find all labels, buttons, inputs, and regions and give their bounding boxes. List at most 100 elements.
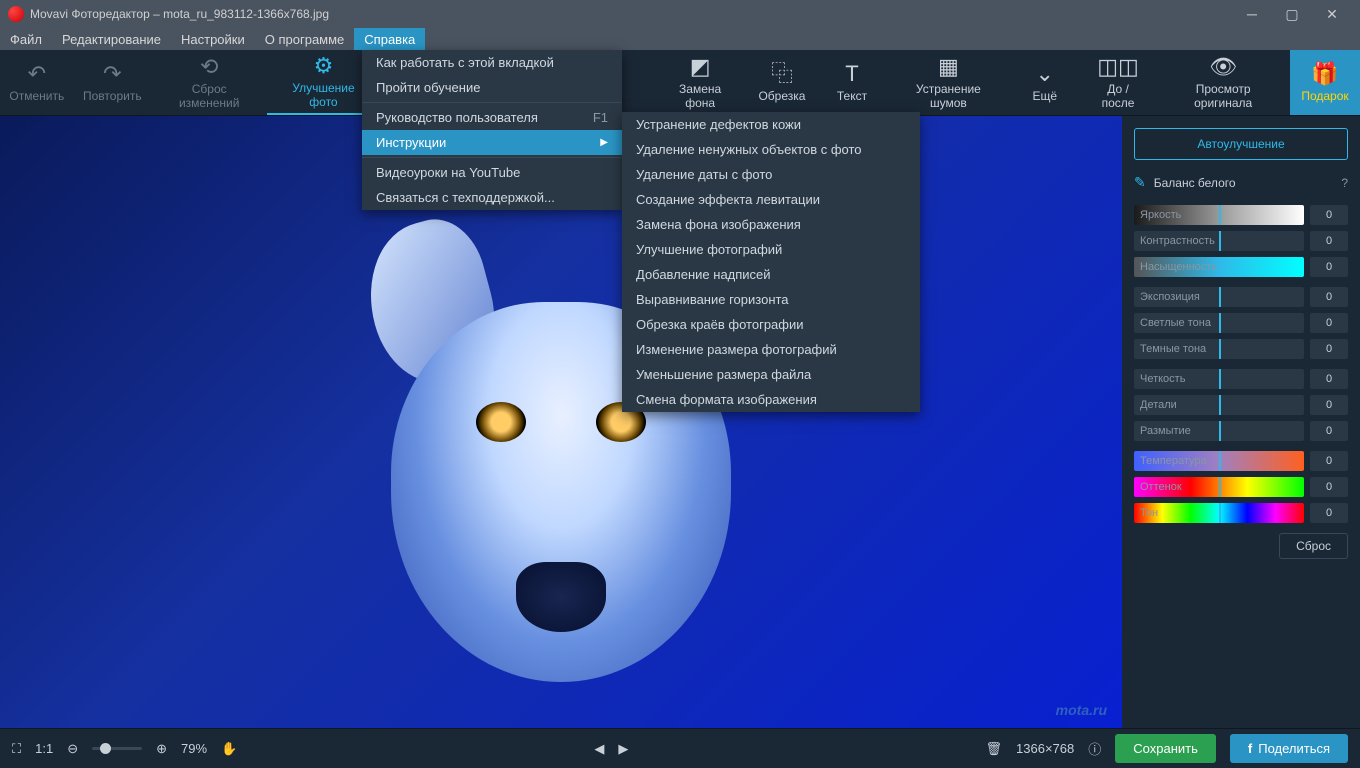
- slider-sliders1-1[interactable]: Контрастность: [1134, 231, 1304, 251]
- gift-label: Подарок: [1301, 90, 1348, 103]
- white-balance-row[interactable]: ✎ Баланс белого ?: [1134, 170, 1348, 195]
- zoom-in-button[interactable]: ⊕: [156, 741, 167, 757]
- slider-sliders4-2[interactable]: Тон: [1134, 503, 1304, 523]
- submenu-item-4[interactable]: Замена фона изображения: [622, 212, 920, 237]
- redo-label: Повторить: [83, 90, 142, 103]
- maximize-button[interactable]: ▢: [1272, 0, 1312, 28]
- titlebar: Movavi Фоторедактор – mota_ru_983112-136…: [0, 0, 1360, 28]
- white-balance-label: Баланс белого: [1154, 176, 1236, 190]
- submenu-item-7[interactable]: Выравнивание горизонта: [622, 287, 920, 312]
- slider-label: Насыщенность: [1140, 261, 1217, 273]
- submenu-item-5[interactable]: Улучшение фотографий: [622, 237, 920, 262]
- gift-button[interactable]: 🎁Подарок: [1290, 50, 1360, 115]
- submenu-item-1[interactable]: Удаление ненужных объектов с фото: [622, 137, 920, 162]
- slider-value: 0: [1310, 421, 1348, 441]
- slider-label: Оттенок: [1140, 481, 1182, 493]
- eyedropper-icon: ✎: [1134, 174, 1146, 191]
- next-button[interactable]: ▶: [618, 741, 628, 757]
- replace-bg-label: Замена фона: [663, 83, 737, 109]
- compare-icon: ◫◫: [1097, 55, 1139, 79]
- slider-sliders4-1[interactable]: Оттенок: [1134, 477, 1304, 497]
- submenu-item-10[interactable]: Уменьшение размера файла: [622, 362, 920, 387]
- submenu-item-11[interactable]: Смена формата изображения: [622, 387, 920, 412]
- slider-value: 0: [1310, 395, 1348, 415]
- dd-support[interactable]: Связаться с техподдержкой...: [362, 185, 622, 210]
- reset-icon: ⟲: [200, 55, 218, 79]
- statusbar: ⛶ 1:1 ⊖ ⊕ 79% ✋ ◀ ▶ 🗑 1366×768 ⓘ Сохрани…: [0, 728, 1360, 768]
- crop-button[interactable]: ⿻Обрезка: [747, 50, 817, 115]
- menu-file[interactable]: Файл: [0, 28, 52, 50]
- slider-value: 0: [1310, 257, 1348, 277]
- redo-button[interactable]: ↷Повторить: [74, 50, 151, 115]
- auto-enhance-button[interactable]: Автоулучшение: [1134, 128, 1348, 160]
- minimize-button[interactable]: ─: [1232, 0, 1272, 28]
- dd-manual-key: F1: [573, 110, 608, 125]
- help-icon[interactable]: ?: [1341, 176, 1348, 190]
- menu-about[interactable]: О программе: [255, 28, 355, 50]
- slider-label: Яркость: [1140, 209, 1181, 221]
- dd-instructions-label: Инструкции: [376, 135, 446, 150]
- view-original-button[interactable]: 👁 Просмотр оригинала: [1156, 50, 1290, 115]
- slider-sliders2-2[interactable]: Темные тона: [1134, 339, 1304, 359]
- info-button[interactable]: ⓘ: [1088, 739, 1101, 758]
- window-title: Movavi Фоторедактор – mota_ru_983112-136…: [30, 7, 1232, 21]
- save-button[interactable]: Сохранить: [1115, 734, 1216, 763]
- slider-sliders1-0[interactable]: Яркость: [1134, 205, 1304, 225]
- zoom-out-button[interactable]: ⊖: [67, 741, 78, 757]
- slider-sliders4-0[interactable]: Температура: [1134, 451, 1304, 471]
- denoise-button[interactable]: ▦Устранение шумов: [887, 50, 1010, 115]
- slider-value: 0: [1310, 231, 1348, 251]
- slider-label: Контрастность: [1140, 235, 1215, 247]
- reset-sliders-button[interactable]: Сброс: [1279, 533, 1348, 559]
- pan-button[interactable]: ✋: [221, 741, 237, 757]
- slider-sliders2-0[interactable]: Экспозиция: [1134, 287, 1304, 307]
- text-button[interactable]: TТекст: [817, 50, 887, 115]
- slider-label: Четкость: [1140, 373, 1185, 385]
- crop-icon: ⿻: [771, 62, 793, 86]
- dd-howto[interactable]: Как работать с этой вкладкой: [362, 50, 622, 75]
- dimensions-label: 1366×768: [1016, 741, 1074, 756]
- slider-sliders3-2[interactable]: Размытие: [1134, 421, 1304, 441]
- dd-instructions[interactable]: Инструкции▶: [362, 130, 622, 155]
- close-button[interactable]: ✕: [1312, 0, 1352, 28]
- menu-edit[interactable]: Редактирование: [52, 28, 171, 50]
- delete-button[interactable]: 🗑: [986, 741, 1003, 757]
- submenu-item-9[interactable]: Изменение размера фотографий: [622, 337, 920, 362]
- slider-label: Экспозиция: [1140, 291, 1200, 303]
- dd-tutorial[interactable]: Пройти обучение: [362, 75, 622, 100]
- prev-button[interactable]: ◀: [594, 741, 604, 757]
- eye-icon: 👁: [1209, 55, 1237, 79]
- slider-sliders1-2[interactable]: Насыщенность: [1134, 257, 1304, 277]
- slider-value: 0: [1310, 477, 1348, 497]
- submenu-item-6[interactable]: Добавление надписей: [622, 262, 920, 287]
- slider-sliders3-0[interactable]: Четкость: [1134, 369, 1304, 389]
- slider-label: Темные тона: [1140, 343, 1206, 355]
- submenu-item-3[interactable]: Создание эффекта левитации: [622, 187, 920, 212]
- share-button[interactable]: fПоделиться: [1230, 734, 1348, 763]
- before-after-button[interactable]: ◫◫До / после: [1080, 50, 1157, 115]
- slider-sliders3-1[interactable]: Детали: [1134, 395, 1304, 415]
- slider-value: 0: [1310, 503, 1348, 523]
- toolbar: ↶Отменить ↷Повторить ⟲Сброс изменений ⚙У…: [0, 50, 1360, 116]
- enhance-label: Улучшение фото: [277, 82, 369, 108]
- menu-settings[interactable]: Настройки: [171, 28, 255, 50]
- slider-sliders2-1[interactable]: Светлые тона: [1134, 313, 1304, 333]
- view-original-label: Просмотр оригинала: [1166, 83, 1280, 109]
- dd-manual[interactable]: Руководство пользователяF1: [362, 105, 622, 130]
- replace-bg-button[interactable]: ◩Замена фона: [653, 50, 747, 115]
- more-button[interactable]: ⌄Ещё: [1010, 50, 1080, 115]
- menubar: Файл Редактирование Настройки О программ…: [0, 28, 1360, 50]
- fullscreen-button[interactable]: ⛶: [12, 741, 21, 757]
- submenu-item-8[interactable]: Обрезка краёв фотографии: [622, 312, 920, 337]
- undo-icon: ↶: [28, 62, 46, 86]
- dd-youtube[interactable]: Видеоуроки на YouTube: [362, 160, 622, 185]
- zoom-actual-button[interactable]: 1:1: [35, 741, 53, 756]
- menu-help[interactable]: Справка: [354, 28, 425, 50]
- slider-label: Тон: [1140, 507, 1158, 519]
- reset-changes-button[interactable]: ⟲Сброс изменений: [151, 50, 268, 115]
- undo-button[interactable]: ↶Отменить: [0, 50, 74, 115]
- submenu-item-0[interactable]: Устранение дефектов кожи: [622, 112, 920, 137]
- zoom-slider[interactable]: [92, 747, 142, 750]
- submenu-item-2[interactable]: Удаление даты с фото: [622, 162, 920, 187]
- slider-value: 0: [1310, 313, 1348, 333]
